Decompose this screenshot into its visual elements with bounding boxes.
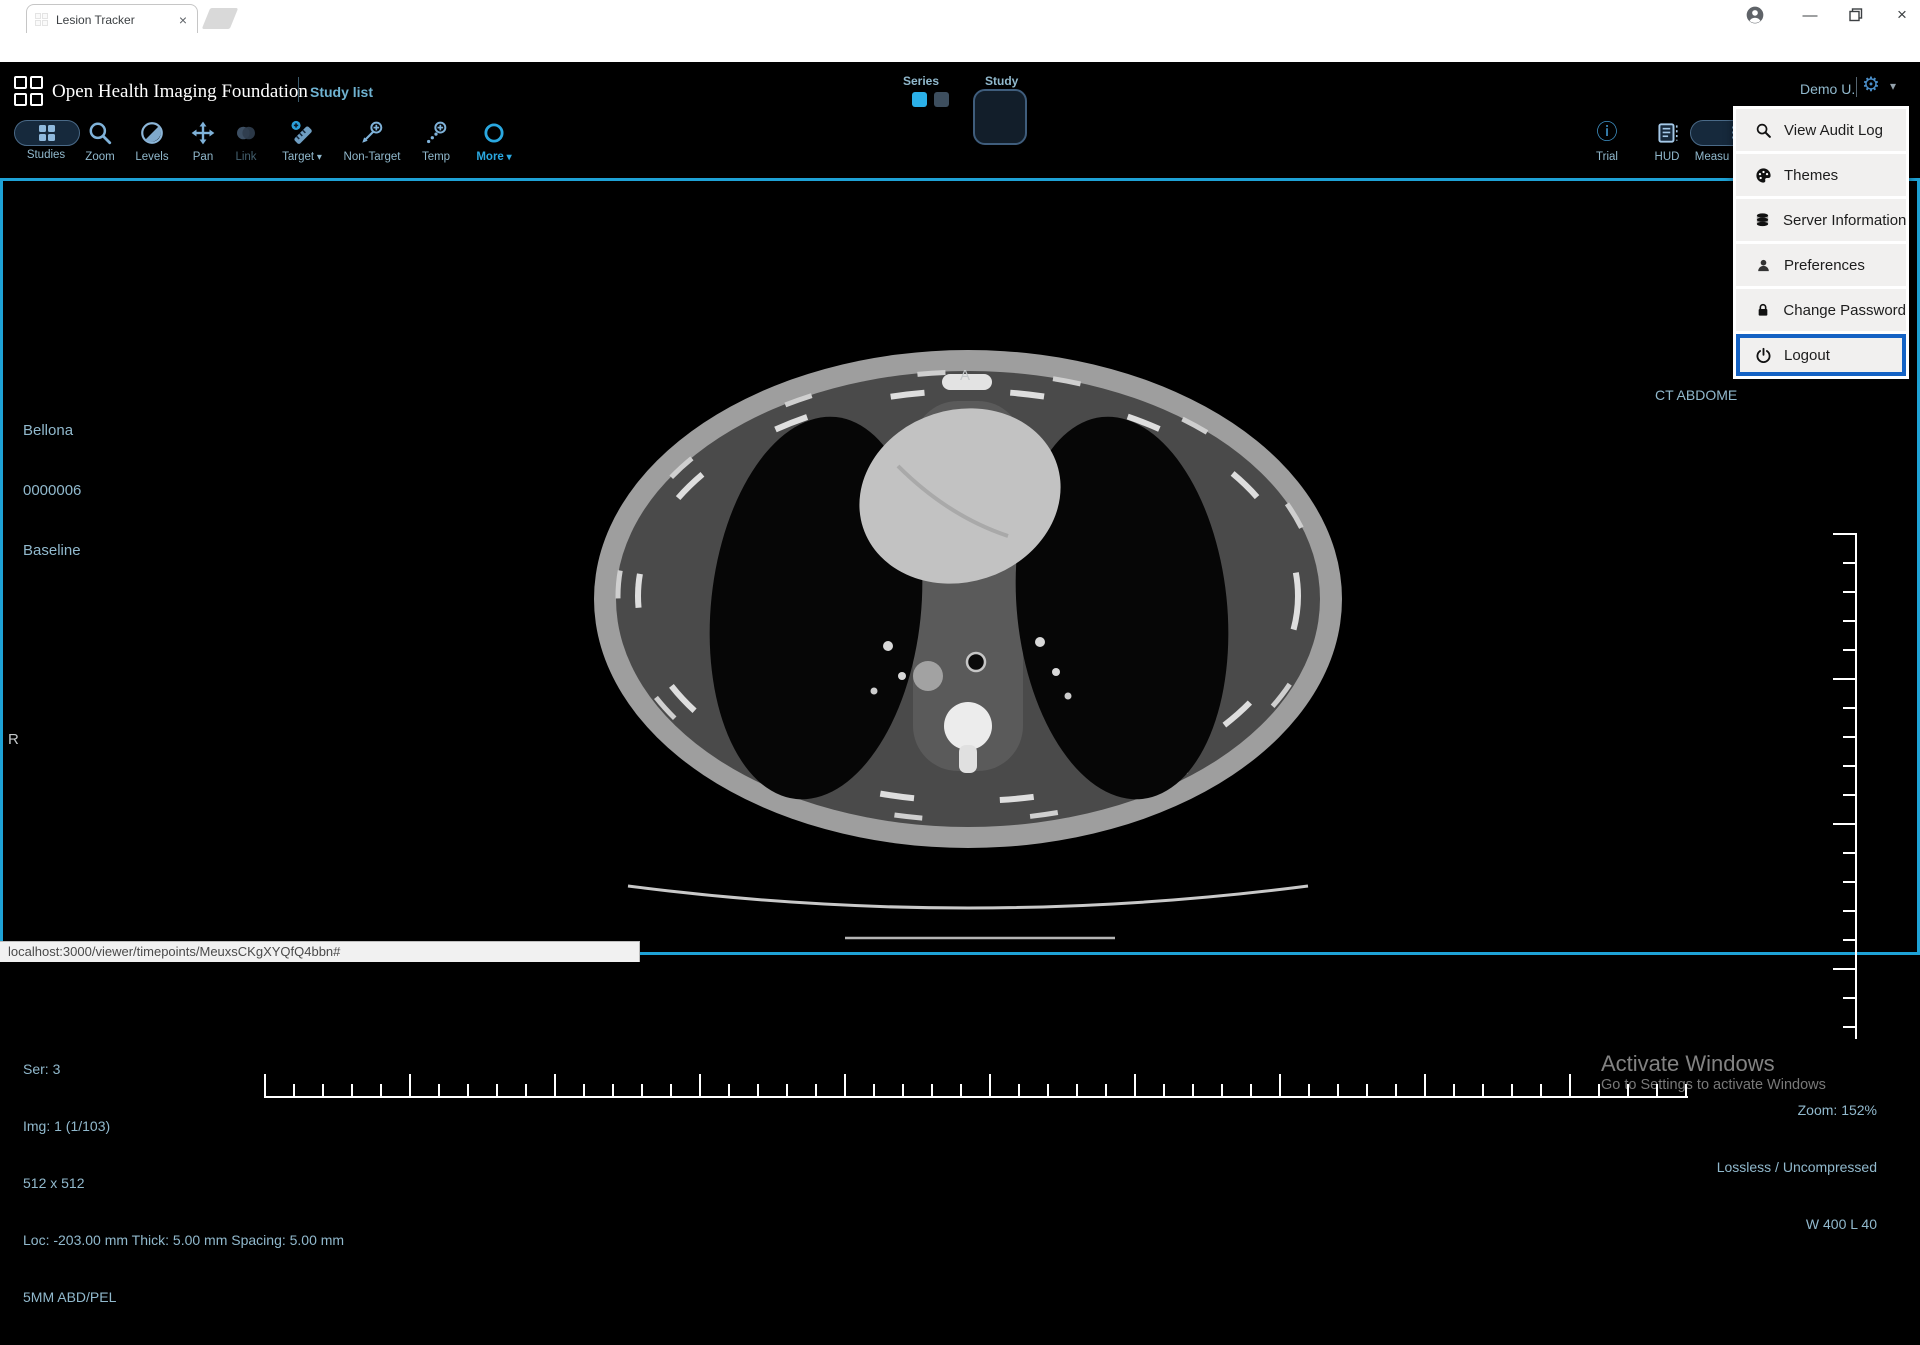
- series-label: Series: [903, 74, 939, 88]
- tool-non-target[interactable]: Non-Target: [337, 118, 407, 163]
- ct-image: [588, 346, 1348, 946]
- window-minimize-button[interactable]: —: [1792, 0, 1828, 30]
- lock-icon: [1754, 302, 1771, 318]
- scale-ruler-vertical: [1833, 533, 1857, 1039]
- browser-profile-icon[interactable]: [1740, 0, 1770, 30]
- browser-tab[interactable]: Lesion Tracker ×: [26, 4, 198, 34]
- temp-icon: [404, 118, 468, 148]
- ohif-logo-icon: [14, 76, 44, 106]
- menu-item-preferences[interactable]: Preferences: [1736, 244, 1906, 286]
- tab-title: Lesion Tracker: [56, 13, 177, 27]
- tool-temp[interactable]: Temp: [404, 118, 468, 163]
- tool-more[interactable]: More: [462, 118, 526, 163]
- study-thumbnail[interactable]: [973, 89, 1027, 145]
- link-icon: [214, 118, 278, 148]
- menu-item-logout[interactable]: Logout: [1736, 334, 1906, 376]
- study-list-link[interactable]: Study list: [310, 84, 373, 100]
- orientation-marker-left: R: [8, 731, 19, 748]
- ct-viewport[interactable]: Bellona 0000006 Baseline CT ABDOME A R S…: [0, 178, 1920, 955]
- gear-icon[interactable]: ⚙: [1862, 72, 1880, 97]
- user-divider: [1856, 77, 1857, 97]
- more-circle-icon: [462, 118, 526, 148]
- user-dropdown-menu: View Audit Log Themes Server Information…: [1733, 106, 1909, 379]
- power-icon: [1754, 347, 1772, 364]
- studies-grid-icon: [39, 125, 55, 141]
- overlay-study-description: CT ABDOME: [1655, 386, 1737, 405]
- status-bar-link: localhost:3000/viewer/timepoints/MeuxsCK…: [0, 941, 640, 962]
- menu-item-themes[interactable]: Themes: [1736, 154, 1906, 196]
- user-icon: [1754, 258, 1772, 273]
- header-divider: [298, 77, 299, 102]
- tool-trial[interactable]: ⓘ Trial: [1575, 118, 1639, 163]
- palette-icon: [1754, 167, 1772, 184]
- chevron-down-icon[interactable]: ▾: [1890, 79, 1896, 93]
- tab-favicon-icon: [35, 13, 48, 26]
- tab-close-icon[interactable]: ×: [177, 12, 189, 28]
- server-icon: [1754, 212, 1771, 229]
- browser-chrome: Lesion Tracker × — × ← → ↻ ⓘ localhost:3…: [0, 0, 1920, 62]
- window-close-button[interactable]: ×: [1884, 0, 1920, 30]
- target-ruler-icon: [270, 118, 334, 148]
- screen: Lesion Tracker × — × ← → ↻ ⓘ localhost:3…: [0, 0, 1920, 963]
- tool-link[interactable]: Link: [214, 118, 278, 163]
- trial-info-icon: ⓘ: [1575, 118, 1639, 148]
- app-title: Open Health Imaging Foundation: [52, 81, 308, 103]
- browser-navbar: ← → ↻ ⓘ localhost:3000/viewer/timepoints…: [0, 33, 1920, 62]
- overlay-zoom-window: Zoom: 152% Lossless / Uncompressed W 400…: [1717, 1063, 1877, 1272]
- window-restore-button[interactable]: [1838, 0, 1874, 30]
- non-target-icon: [337, 118, 407, 148]
- menu-item-change-password[interactable]: Change Password: [1736, 289, 1906, 331]
- menu-item-server-information[interactable]: Server Information: [1736, 199, 1906, 241]
- series-thumbnail-active[interactable]: [912, 92, 927, 107]
- orientation-marker-top: A: [960, 367, 970, 384]
- new-tab-button[interactable]: [202, 8, 238, 29]
- search-icon: [1754, 122, 1772, 139]
- overlay-patient-info: Bellona 0000006 Baseline: [23, 381, 81, 601]
- tool-target[interactable]: Target: [270, 118, 334, 163]
- menu-item-view-audit-log[interactable]: View Audit Log: [1736, 109, 1906, 151]
- study-label: Study: [985, 74, 1018, 88]
- series-thumbnail[interactable]: [934, 92, 949, 107]
- scale-ruler-horizontal: [264, 1074, 1688, 1098]
- user-name[interactable]: Demo U.: [1800, 81, 1855, 97]
- overlay-series-info: Ser: 3 Img: 1 (1/103) 512 x 512 Loc: -20…: [23, 1022, 344, 1345]
